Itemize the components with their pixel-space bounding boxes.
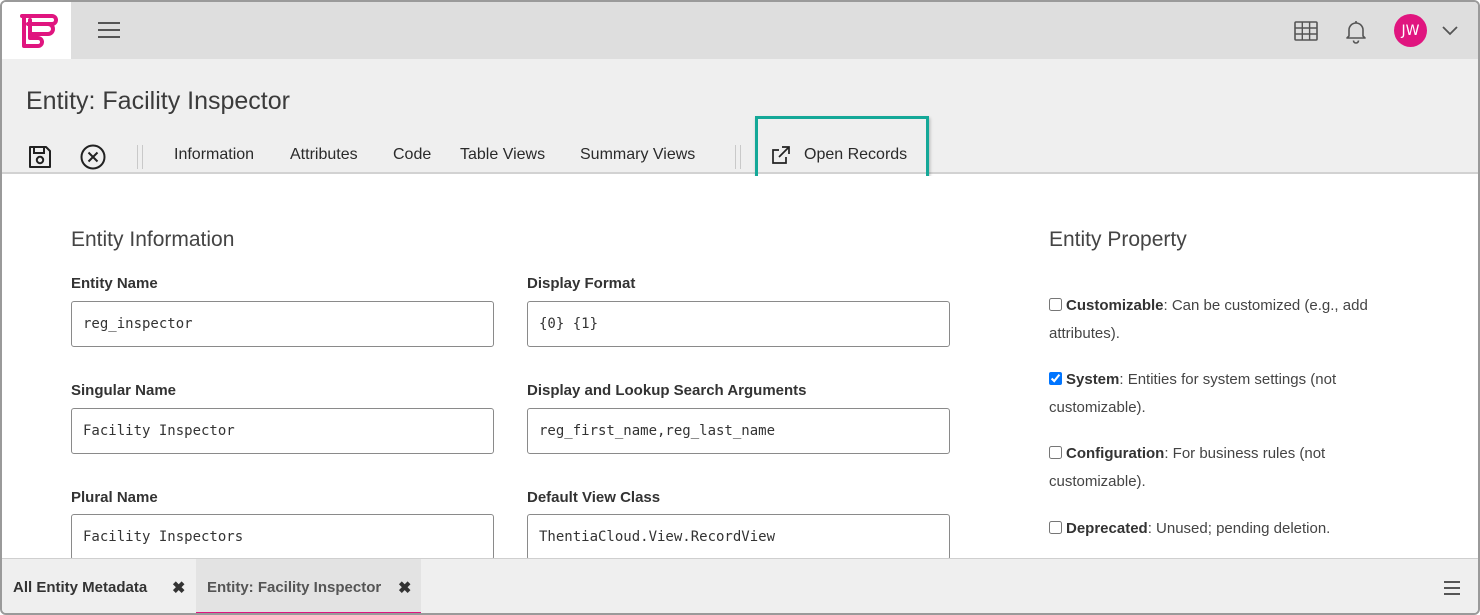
singular-name-field[interactable] — [71, 408, 494, 454]
plural-name-label: Plural Name — [71, 489, 158, 506]
tab-table-views[interactable]: Table Views — [460, 146, 545, 164]
property-deprecated: Deprecated: Unused; pending deletion. — [1049, 515, 1399, 543]
page-header: Entity: Facility Inspector Information A… — [2, 59, 1478, 174]
toolbar: Information Attributes Code Table Views … — [2, 139, 1478, 173]
property-name: Configuration — [1066, 445, 1165, 462]
close-tab-icon[interactable]: ✖ — [398, 578, 411, 598]
logo-icon — [19, 13, 58, 48]
property-name: Customizable — [1066, 297, 1164, 314]
user-avatar[interactable]: JW — [1394, 14, 1427, 47]
search-arguments-label: Display and Lookup Search Arguments — [527, 382, 807, 399]
hamburger-menu-icon[interactable] — [98, 20, 122, 40]
bell-icon[interactable] — [1343, 18, 1369, 44]
toolbar-divider — [137, 145, 143, 169]
save-icon[interactable] — [26, 143, 54, 171]
tab-label: Entity: Facility Inspector — [207, 579, 382, 596]
grid-icon[interactable] — [1293, 18, 1319, 44]
property-configuration: Configuration: For business rules (not c… — [1049, 440, 1399, 496]
toolbar-divider — [735, 145, 741, 169]
page-title: Entity: Facility Inspector — [26, 87, 290, 115]
system-checkbox[interactable] — [1049, 372, 1062, 385]
default-view-class-label: Default View Class — [527, 489, 661, 506]
entity-property-title: Entity Property — [1049, 228, 1187, 251]
bottom-tab-facility-inspector[interactable]: Entity: Facility Inspector ✖ — [196, 559, 421, 613]
customizable-checkbox[interactable] — [1049, 298, 1062, 311]
list-menu-icon[interactable] — [1444, 581, 1462, 595]
property-name: System — [1066, 371, 1120, 388]
display-format-field[interactable] — [527, 301, 950, 347]
property-name: Deprecated — [1066, 520, 1148, 537]
property-customizable: Customizable: Can be customized (e.g., a… — [1049, 292, 1399, 348]
tab-attributes[interactable]: Attributes — [290, 146, 358, 164]
tab-summary-views[interactable]: Summary Views — [580, 146, 695, 164]
chevron-down-icon[interactable] — [1440, 20, 1460, 40]
plural-name-field[interactable] — [71, 514, 494, 558]
search-arguments-field[interactable] — [527, 408, 950, 454]
default-view-class-field[interactable] — [527, 514, 950, 558]
display-format-label: Display Format — [527, 275, 636, 292]
app-window: JW Entity: Facility Inspector Informatio… — [0, 0, 1480, 615]
deprecated-checkbox[interactable] — [1049, 521, 1062, 534]
configuration-checkbox[interactable] — [1049, 446, 1062, 459]
close-tab-icon[interactable]: ✖ — [172, 578, 185, 598]
main-content: Entity Information Entity Name Display F… — [2, 176, 1478, 558]
entity-name-label: Entity Name — [71, 275, 158, 292]
tab-label: All Entity Metadata — [13, 579, 148, 596]
singular-name-label: Singular Name — [71, 382, 177, 399]
tab-information[interactable]: Information — [174, 146, 254, 164]
entity-information-title: Entity Information — [71, 228, 235, 251]
close-circle-icon[interactable] — [79, 143, 107, 171]
tab-code[interactable]: Code — [393, 146, 431, 164]
top-bar: JW — [2, 2, 1478, 59]
property-description: : Unused; pending deletion. — [1147, 520, 1331, 537]
entity-name-field[interactable] — [71, 301, 494, 347]
bottom-tab-bar: All Entity Metadata ✖ Entity: Facility I… — [2, 558, 1478, 613]
property-system: System: Entities for system settings (no… — [1049, 366, 1399, 422]
bottom-tab-all-entity-metadata[interactable]: All Entity Metadata ✖ — [2, 559, 194, 613]
app-logo[interactable] — [2, 2, 71, 59]
